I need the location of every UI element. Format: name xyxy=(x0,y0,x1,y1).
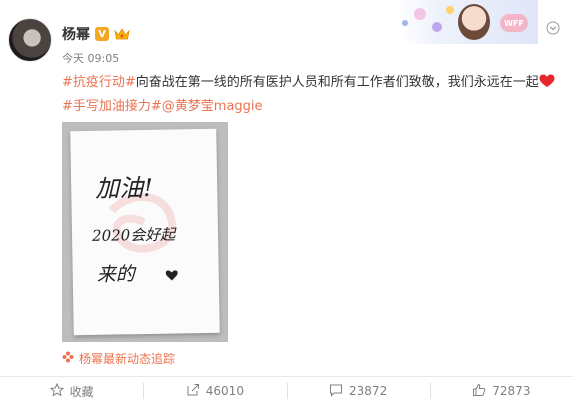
handwriting-line: 加油! xyxy=(95,174,153,203)
decoration-face-image xyxy=(458,4,490,40)
topic-link[interactable]: #手写加油接力# xyxy=(62,99,162,114)
share-button[interactable]: 46010 xyxy=(143,382,286,400)
post-body: 向奋战在第一线的所有医护人员和所有工作者们致敬，我们永远在一起 xyxy=(135,75,539,90)
handwritten-paper: 加油! 2020会好起 来的 xyxy=(70,128,220,336)
like-icon xyxy=(472,383,486,400)
star-icon xyxy=(49,382,64,400)
author-avatar[interactable] xyxy=(8,18,52,62)
share-count: 46010 xyxy=(205,384,244,398)
source-label: 杨幂最新动态追踪 xyxy=(79,352,176,366)
crown-icon xyxy=(114,27,130,41)
mention-link[interactable]: @黄梦莹maggie xyxy=(162,99,263,114)
like-button[interactable]: 72873 xyxy=(429,382,573,400)
favorite-label: 收藏 xyxy=(69,384,94,399)
heart-icon xyxy=(539,74,555,96)
topic-link[interactable]: #抗疫行动# xyxy=(62,75,136,90)
source-link[interactable]: 杨幂最新动态追踪 xyxy=(62,350,175,367)
post-text: #抗疫行动#向奋战在第一线的所有医护人员和所有工作者们致敬，我们永远在一起 #手写… xyxy=(62,72,558,118)
post-time[interactable]: 今天 09:05 xyxy=(62,50,119,66)
handwriting-line: 2020会好起 xyxy=(91,225,177,245)
comment-button[interactable]: 23872 xyxy=(286,382,430,400)
action-bar: 收藏 46010 23872 72873 xyxy=(0,376,573,405)
favorite-button[interactable]: 收藏 xyxy=(0,382,143,400)
author-row: 杨幂 V xyxy=(62,24,130,44)
handwriting-line: 来的 xyxy=(97,263,137,286)
author-name[interactable]: 杨幂 xyxy=(62,24,90,44)
profile-decoration-banner: WFF xyxy=(396,0,538,44)
share-icon xyxy=(186,383,200,400)
verified-icon: V xyxy=(95,27,109,41)
post-image[interactable]: 加油! 2020会好起 来的 xyxy=(62,122,228,342)
like-count: 72873 xyxy=(492,384,531,398)
comment-icon xyxy=(329,383,343,400)
more-chevron-icon[interactable] xyxy=(546,20,560,35)
decoration-badge: WFF xyxy=(500,14,528,32)
comment-count: 23872 xyxy=(349,384,388,398)
flower-icon xyxy=(62,351,74,366)
